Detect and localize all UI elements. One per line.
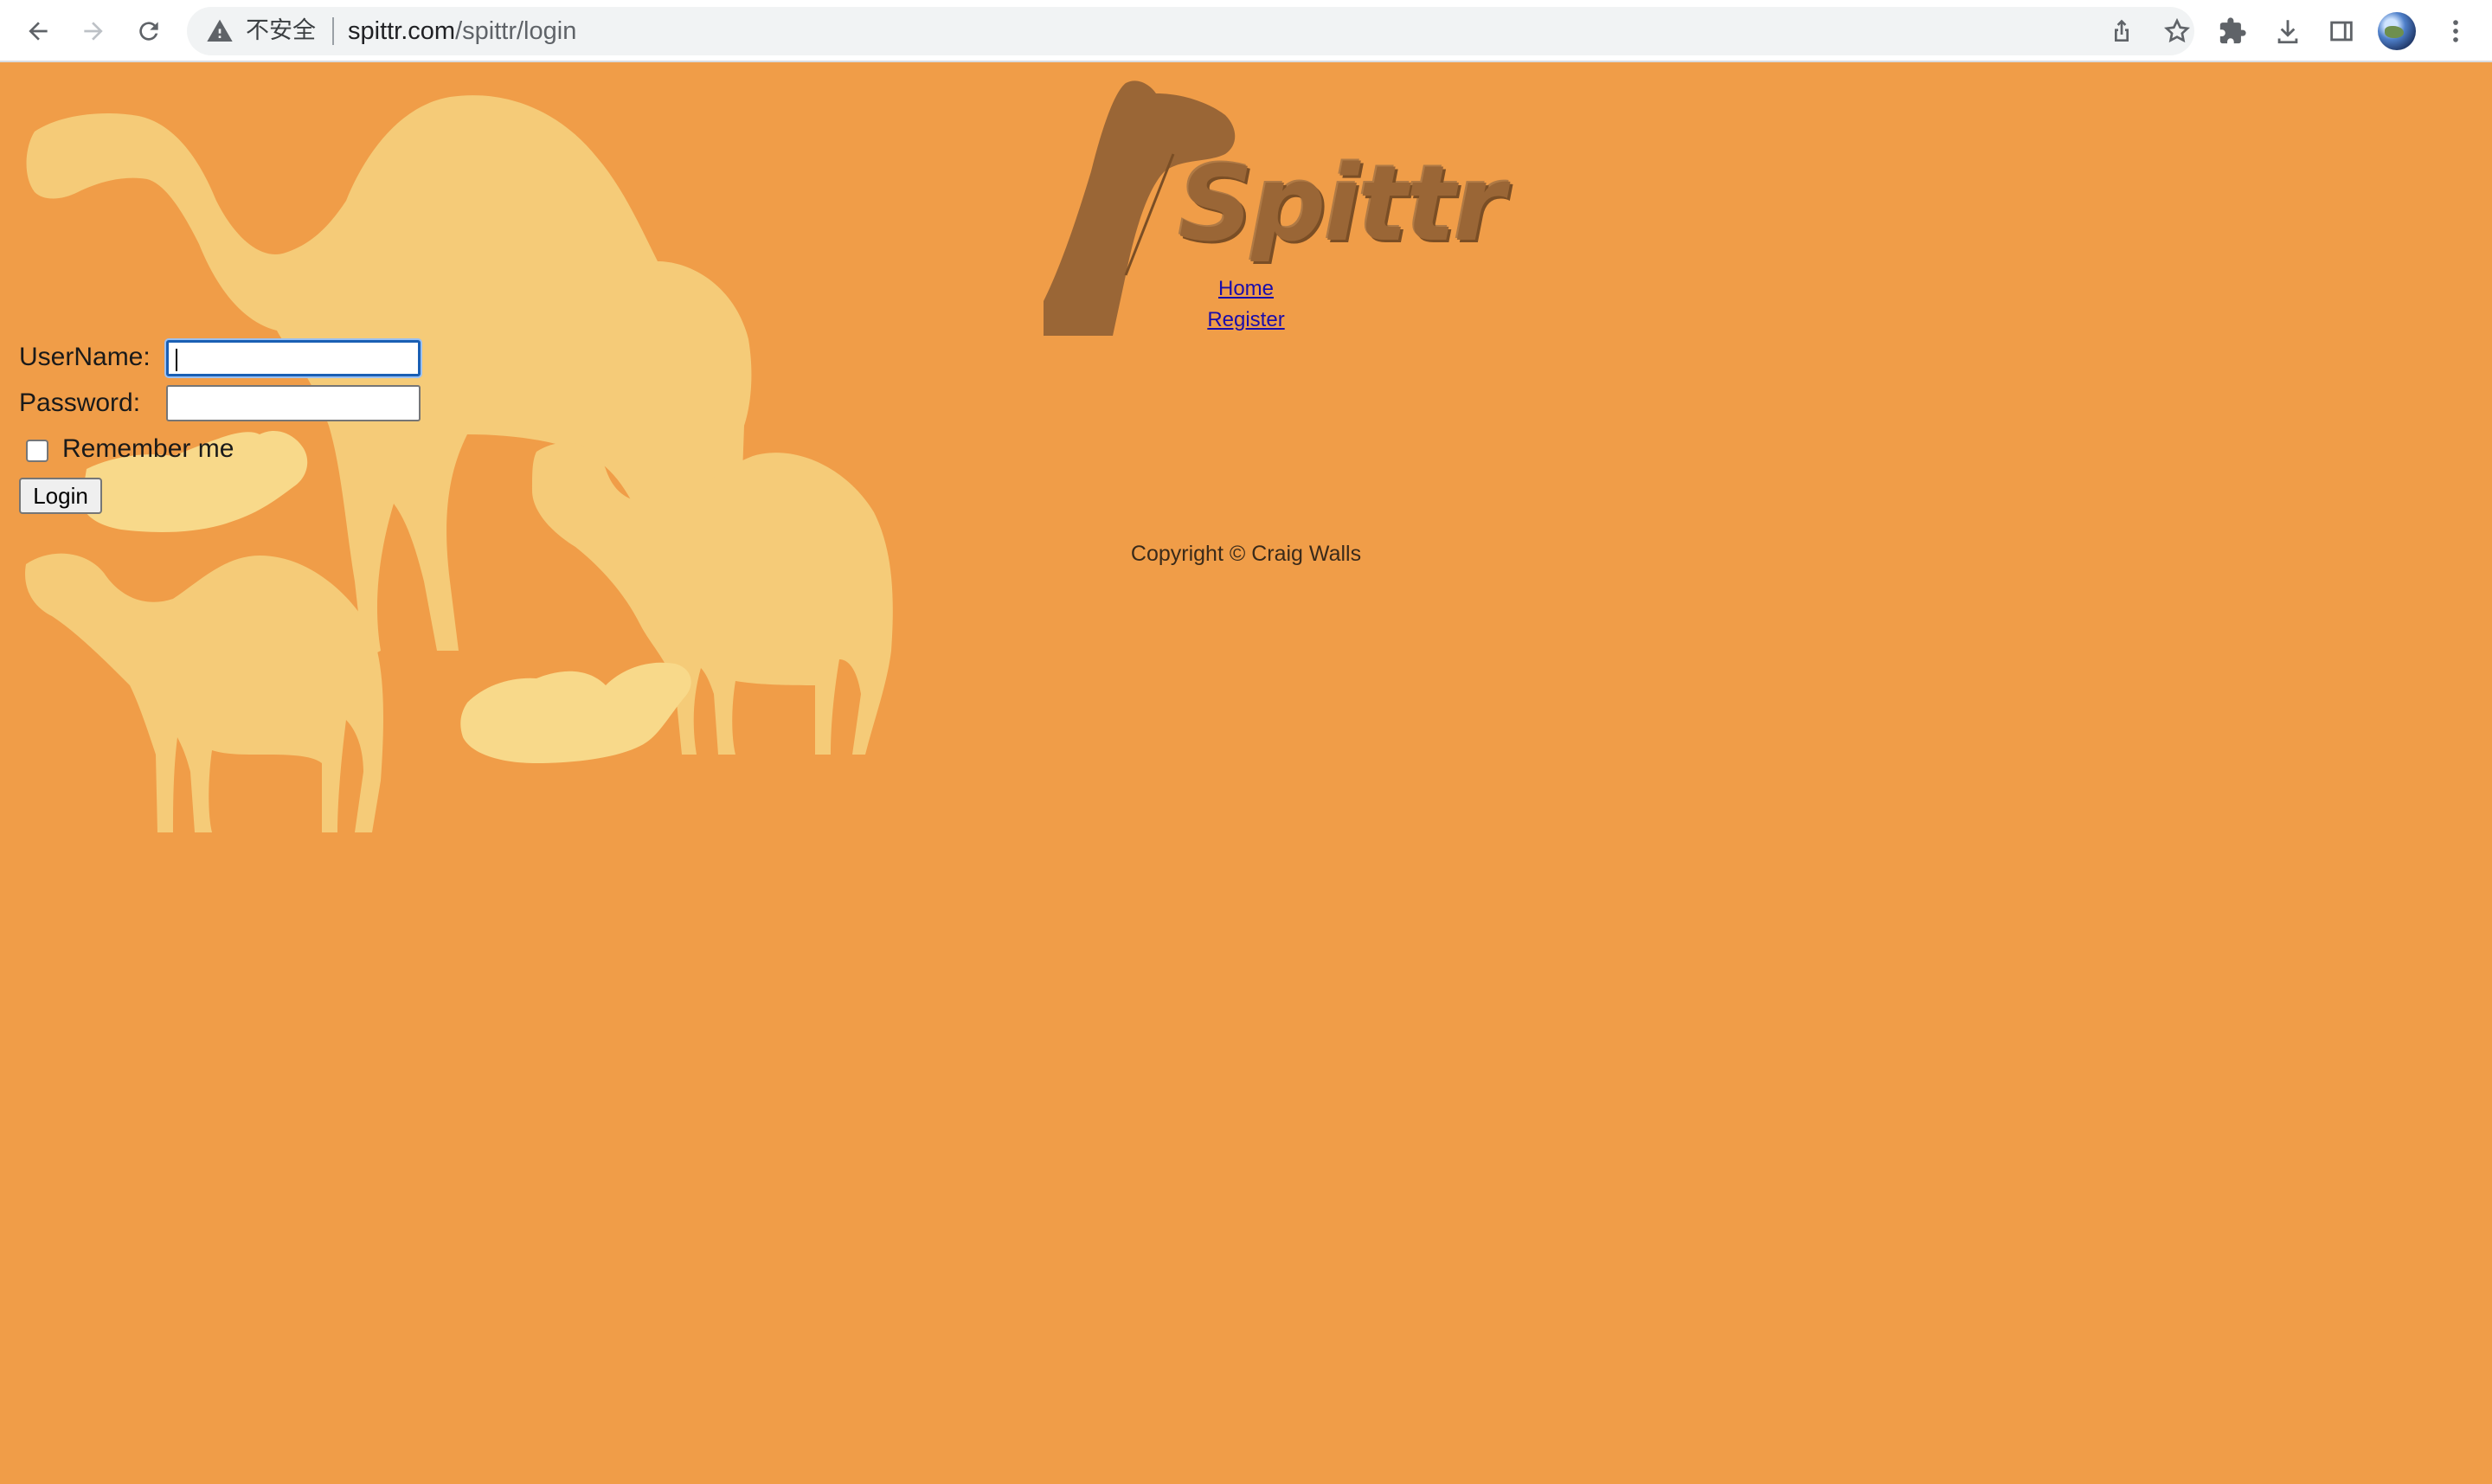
warning-triangle-icon[interactable] <box>206 17 234 45</box>
login-button[interactable]: Login <box>19 478 102 514</box>
downloads-button[interactable] <box>2269 12 2307 50</box>
address-bar[interactable]: 不安全 spittr.com/spittr/login <box>187 7 2194 55</box>
url-text[interactable]: spittr.com/spittr/login <box>348 18 576 44</box>
share-icon[interactable] <box>2108 17 2136 45</box>
back-arrow-icon <box>29 22 48 41</box>
star-icon[interactable] <box>2163 17 2191 45</box>
logo-wordmark: Spittr <box>1179 145 1505 265</box>
avatar[interactable] <box>2378 12 2416 50</box>
side-panel-icon <box>2330 21 2353 42</box>
register-link[interactable]: Register <box>1038 305 1454 336</box>
browser-toolbar: 不安全 spittr.com/spittr/login <box>0 0 2492 62</box>
forward-arrow-icon <box>84 22 103 41</box>
kebab-menu-icon <box>2453 20 2458 42</box>
download-icon <box>2277 20 2298 44</box>
page-content: Spittr Home Register UserName: Password:… <box>0 62 2492 1484</box>
password-row: Password: <box>19 385 421 421</box>
password-label: Password: <box>19 389 141 417</box>
site-nav: Home Register <box>1038 273 1454 336</box>
username-row: UserName: <box>19 340 421 376</box>
puzzle-icon <box>2219 17 2246 44</box>
remember-me-checkbox[interactable] <box>26 440 48 462</box>
copyright-text: Copyright © Craig Walls <box>1130 542 1362 566</box>
username-input[interactable] <box>166 340 421 376</box>
text-caret <box>176 349 177 371</box>
password-input[interactable] <box>166 385 421 421</box>
security-status[interactable]: 不安全 <box>246 19 316 43</box>
username-label: UserName: <box>19 343 151 371</box>
remember-me-label[interactable]: Remember me <box>62 434 234 464</box>
reload-button[interactable] <box>128 10 170 52</box>
home-link[interactable]: Home <box>1038 273 1454 305</box>
url-host: spittr.com <box>348 17 456 45</box>
forward-button[interactable] <box>73 10 114 52</box>
url-path: /spittr/login <box>455 17 577 45</box>
browser-menu-button[interactable] <box>2437 12 2475 50</box>
address-divider <box>332 17 334 45</box>
reload-icon <box>139 22 158 41</box>
extensions-button[interactable] <box>2213 12 2251 50</box>
back-button[interactable] <box>17 10 59 52</box>
side-panel-button[interactable] <box>2322 12 2360 50</box>
